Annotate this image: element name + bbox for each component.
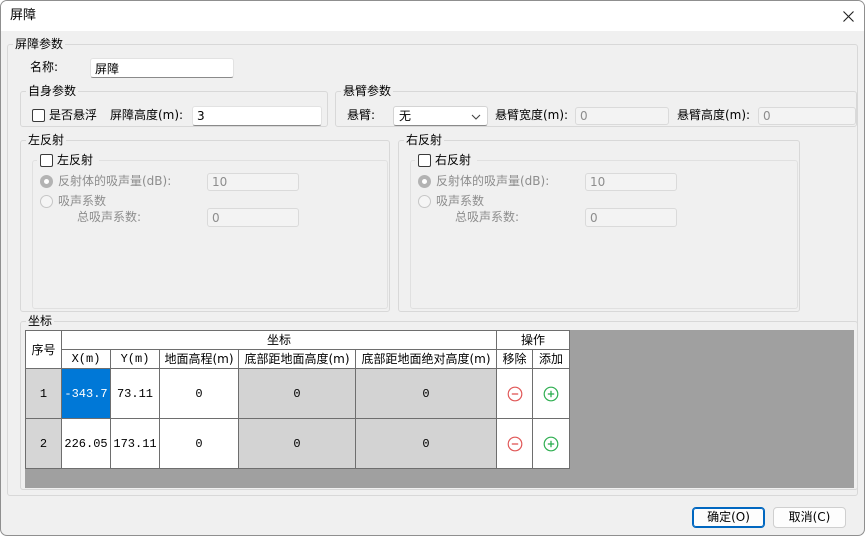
- self-params-title: 自身参数: [26, 84, 79, 98]
- coordinates-table: 序号 坐标 操作 X(m) Y(m) 地面高程(m) 底部距地面高度(m) 底部…: [25, 330, 571, 469]
- header-index[interactable]: 序号: [25, 330, 62, 369]
- close-icon: [843, 11, 854, 22]
- cell-ground-elevation[interactable]: 0: [159, 368, 239, 419]
- header-y[interactable]: Y(m): [110, 349, 160, 369]
- minus-circle-icon: [507, 436, 522, 451]
- add-row-button[interactable]: [543, 386, 559, 402]
- remove-row-button[interactable]: [507, 386, 523, 402]
- ok-button[interactable]: 确定(O): [692, 507, 765, 528]
- cantilever-width-label: 悬臂宽度(m):: [495, 108, 569, 122]
- left-coefficient-radio[interactable]: [40, 195, 53, 208]
- name-label: 名称:: [30, 60, 59, 74]
- cell-ground-elevation[interactable]: 0: [159, 418, 239, 469]
- cantilever-width-input[interactable]: [575, 107, 669, 125]
- right-total-coefficient-input[interactable]: [585, 208, 677, 227]
- table-row[interactable]: 2 226.05 173.11 0 0 0: [25, 418, 571, 469]
- right-absorption-input[interactable]: [585, 173, 677, 191]
- cell-bottom-height: 0: [238, 418, 356, 469]
- left-total-coefficient-label: 总吸声系数:: [77, 210, 142, 224]
- left-reflection-checkbox-label[interactable]: 左反射: [57, 153, 93, 167]
- name-input[interactable]: [90, 58, 234, 78]
- left-absorption-input[interactable]: [207, 173, 299, 191]
- cell-y[interactable]: 73.11: [110, 368, 160, 419]
- cantilever-params-title: 悬臂参数: [341, 84, 394, 98]
- left-absorption-radio[interactable]: [40, 175, 53, 188]
- left-coefficient-label: 吸声系数: [58, 194, 107, 208]
- left-total-coefficient-input[interactable]: [207, 208, 299, 227]
- right-absorption-label: 反射体的吸声量(dB):: [436, 174, 550, 188]
- cell-bottom-abs-height: 0: [354, 368, 498, 419]
- floating-label[interactable]: 是否悬浮: [49, 108, 97, 122]
- cell-bottom-height: 0: [238, 368, 356, 419]
- coordinates-grid[interactable]: 序号 坐标 操作 X(m) Y(m) 地面高程(m) 底部距地面高度(m) 底部…: [25, 330, 854, 488]
- cell-add[interactable]: [532, 368, 571, 419]
- plus-circle-icon: [543, 386, 559, 401]
- title-bar: 屏障: [1, 1, 864, 31]
- cell-x[interactable]: 226.05: [61, 418, 111, 469]
- cantilever-label: 悬臂:: [347, 108, 376, 122]
- left-absorption-label: 反射体的吸声量(dB):: [58, 174, 172, 188]
- cell-add[interactable]: [532, 418, 571, 469]
- barrier-height-input[interactable]: [192, 106, 322, 126]
- header-bottom-abs-height[interactable]: 底部距地面绝对高度(m): [354, 349, 498, 369]
- header-x[interactable]: X(m): [61, 349, 111, 369]
- right-absorption-radio[interactable]: [418, 175, 431, 188]
- header-coordinates: 坐标: [60, 330, 498, 350]
- minus-circle-icon: [507, 386, 522, 401]
- chevron-down-icon: [471, 114, 481, 120]
- cell-remove[interactable]: [496, 418, 534, 469]
- barrier-height-label: 屏障高度(m):: [110, 108, 184, 122]
- cell-bottom-abs-height: 0: [354, 418, 498, 469]
- window-title: 屏障: [10, 8, 37, 23]
- table-row[interactable]: 1 -343.7 73.11 0 0 0: [25, 368, 571, 419]
- cantilever-dropdown[interactable]: 无: [393, 106, 488, 126]
- close-button[interactable]: [835, 4, 861, 28]
- right-coefficient-label: 吸声系数: [436, 194, 485, 208]
- header-operations: 操作: [496, 330, 571, 350]
- cancel-button[interactable]: 取消(C): [773, 507, 846, 528]
- header-bottom-height[interactable]: 底部距地面高度(m): [238, 349, 356, 369]
- right-reflection-checkbox-label[interactable]: 右反射: [435, 153, 471, 167]
- header-ground-elevation[interactable]: 地面高程(m): [159, 349, 239, 369]
- right-reflection-checkbox[interactable]: [418, 154, 431, 167]
- barrier-dialog: 屏障 屏障参数 名称: 自身参数 是否悬浮 屏障高度(m): 悬臂参数 悬臂: …: [0, 0, 865, 536]
- barrier-params-title: 屏障参数: [13, 37, 66, 51]
- floating-checkbox[interactable]: [32, 109, 45, 122]
- header-add[interactable]: 添加: [532, 349, 571, 369]
- cantilever-height-input[interactable]: [758, 107, 856, 125]
- header-remove[interactable]: 移除: [496, 349, 534, 369]
- cell-x[interactable]: -343.7: [61, 368, 111, 419]
- left-reflection-checkbox[interactable]: [40, 154, 53, 167]
- right-coefficient-radio[interactable]: [418, 195, 431, 208]
- left-reflection-title: 左反射: [26, 133, 67, 147]
- cell-remove[interactable]: [496, 368, 534, 419]
- right-reflection-title: 右反射: [404, 133, 445, 147]
- cell-y[interactable]: 173.11: [110, 418, 160, 469]
- right-total-coefficient-label: 总吸声系数:: [455, 210, 520, 224]
- row-index[interactable]: 1: [25, 368, 62, 419]
- plus-circle-icon: [543, 436, 559, 451]
- coordinates-title: 坐标: [26, 314, 55, 328]
- remove-row-button[interactable]: [507, 436, 523, 452]
- cantilever-height-label: 悬臂高度(m):: [677, 108, 751, 122]
- row-index[interactable]: 2: [25, 418, 62, 469]
- add-row-button[interactable]: [543, 436, 559, 452]
- cantilever-selected-value: 无: [399, 109, 412, 123]
